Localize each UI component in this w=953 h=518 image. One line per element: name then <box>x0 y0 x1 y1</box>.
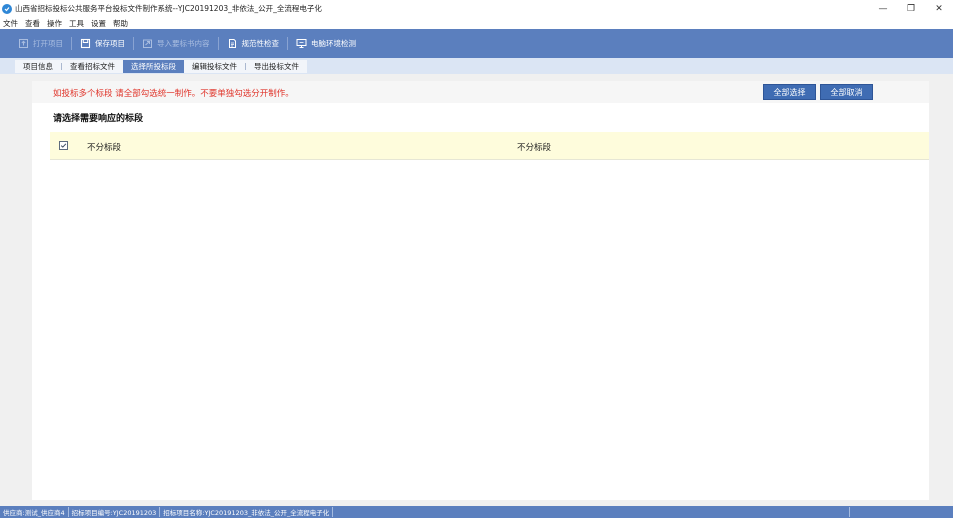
monitor-icon <box>296 39 307 48</box>
status-bar: 供应商:测试_供应商4 招标项目编号:YJC20191203 招标项目名称:YJ… <box>0 506 953 518</box>
status-project-name: 招标项目名称:YJC20191203_非依法_公开_全流程电子化 <box>160 507 334 517</box>
open-file-icon <box>19 39 28 48</box>
tab-export-bid[interactable]: 导出投标文件 <box>246 60 307 73</box>
toolbar-divider <box>217 37 219 50</box>
compliance-check-button[interactable]: 规范性检查 <box>223 34 284 54</box>
menu-file[interactable]: 文件 <box>3 18 18 29</box>
app-icon <box>2 3 12 14</box>
toolbar: 打开项目 保存项目 导入要标书内容 规范性检查 电脑环境检测 <box>0 29 953 58</box>
menu-help[interactable]: 帮助 <box>113 18 128 29</box>
menu-view[interactable]: 查看 <box>25 18 40 29</box>
tab-edit-bid[interactable]: 编辑投标文件 <box>184 60 245 73</box>
select-all-button[interactable]: 全部选择 <box>763 84 816 100</box>
import-icon <box>143 39 152 48</box>
env-check-label: 电脑环境检测 <box>311 39 356 48</box>
menu-operate[interactable]: 操作 <box>47 18 62 29</box>
open-project-label: 打开项目 <box>33 39 63 48</box>
save-project-button[interactable]: 保存项目 <box>76 34 129 54</box>
window-title: 山西省招标投标公共服务平台投标文件制作系统--YJC20191203_非依法_公… <box>15 4 322 13</box>
open-project-button[interactable]: 打开项目 <box>14 34 67 54</box>
save-icon <box>80 38 91 49</box>
save-project-label: 保存项目 <box>95 39 125 48</box>
main-panel: 如投标多个标段 请全部勾选统一制作。不要单独勾选分开制作。 全部选择 全部取消 … <box>32 81 929 500</box>
deselect-all-button[interactable]: 全部取消 <box>820 84 873 100</box>
close-button[interactable]: ✕ <box>925 0 953 17</box>
compliance-check-label: 规范性检查 <box>241 39 280 48</box>
menu-settings[interactable]: 设置 <box>91 18 106 29</box>
tab-project-info[interactable]: 项目信息 <box>15 60 61 73</box>
status-supplier: 供应商:测试_供应商4 <box>0 507 69 517</box>
status-project-number: 招标项目编号:YJC20191203 <box>69 507 161 517</box>
restore-button[interactable]: ❐ <box>897 0 925 17</box>
import-button[interactable]: 导入要标书内容 <box>138 34 214 54</box>
import-label: 导入要标书内容 <box>157 39 210 48</box>
document-check-icon <box>228 39 236 48</box>
toolbar-divider <box>287 37 288 50</box>
menu-tools[interactable]: 工具 <box>69 18 84 29</box>
section-checkbox[interactable] <box>59 141 68 150</box>
section-name: 不分标段 <box>87 143 122 153</box>
notice-text: 如投标多个标段 请全部勾选统一制作。不要单独勾选分开制作。 <box>53 89 294 99</box>
tab-select-sections[interactable]: 选择所投标段 <box>123 60 184 73</box>
env-check-button[interactable]: 电脑环境检测 <box>292 34 360 54</box>
section-name-detail: 不分标段 <box>517 143 552 153</box>
status-divider <box>849 507 850 517</box>
tab-bar: 项目信息 查看招标文件 选择所投标段 编辑投标文件 导出投标文件 <box>0 58 953 74</box>
toolbar-divider <box>133 37 134 50</box>
section-title: 请选择需要响应的标段 <box>53 114 144 124</box>
bid-section-row[interactable]: 不分标段 不分标段 <box>50 132 929 160</box>
tab-view-tender[interactable]: 查看招标文件 <box>62 60 123 73</box>
menu-bar: 文件 查看 操作 工具 设置 帮助 <box>0 17 953 29</box>
minimize-button[interactable]: — <box>869 0 897 17</box>
title-bar: 山西省招标投标公共服务平台投标文件制作系统--YJC20191203_非依法_公… <box>0 0 953 17</box>
checkmark-icon <box>60 143 67 148</box>
toolbar-divider <box>71 37 72 50</box>
notice-bar: 如投标多个标段 请全部勾选统一制作。不要单独勾选分开制作。 全部选择 全部取消 <box>32 81 929 103</box>
